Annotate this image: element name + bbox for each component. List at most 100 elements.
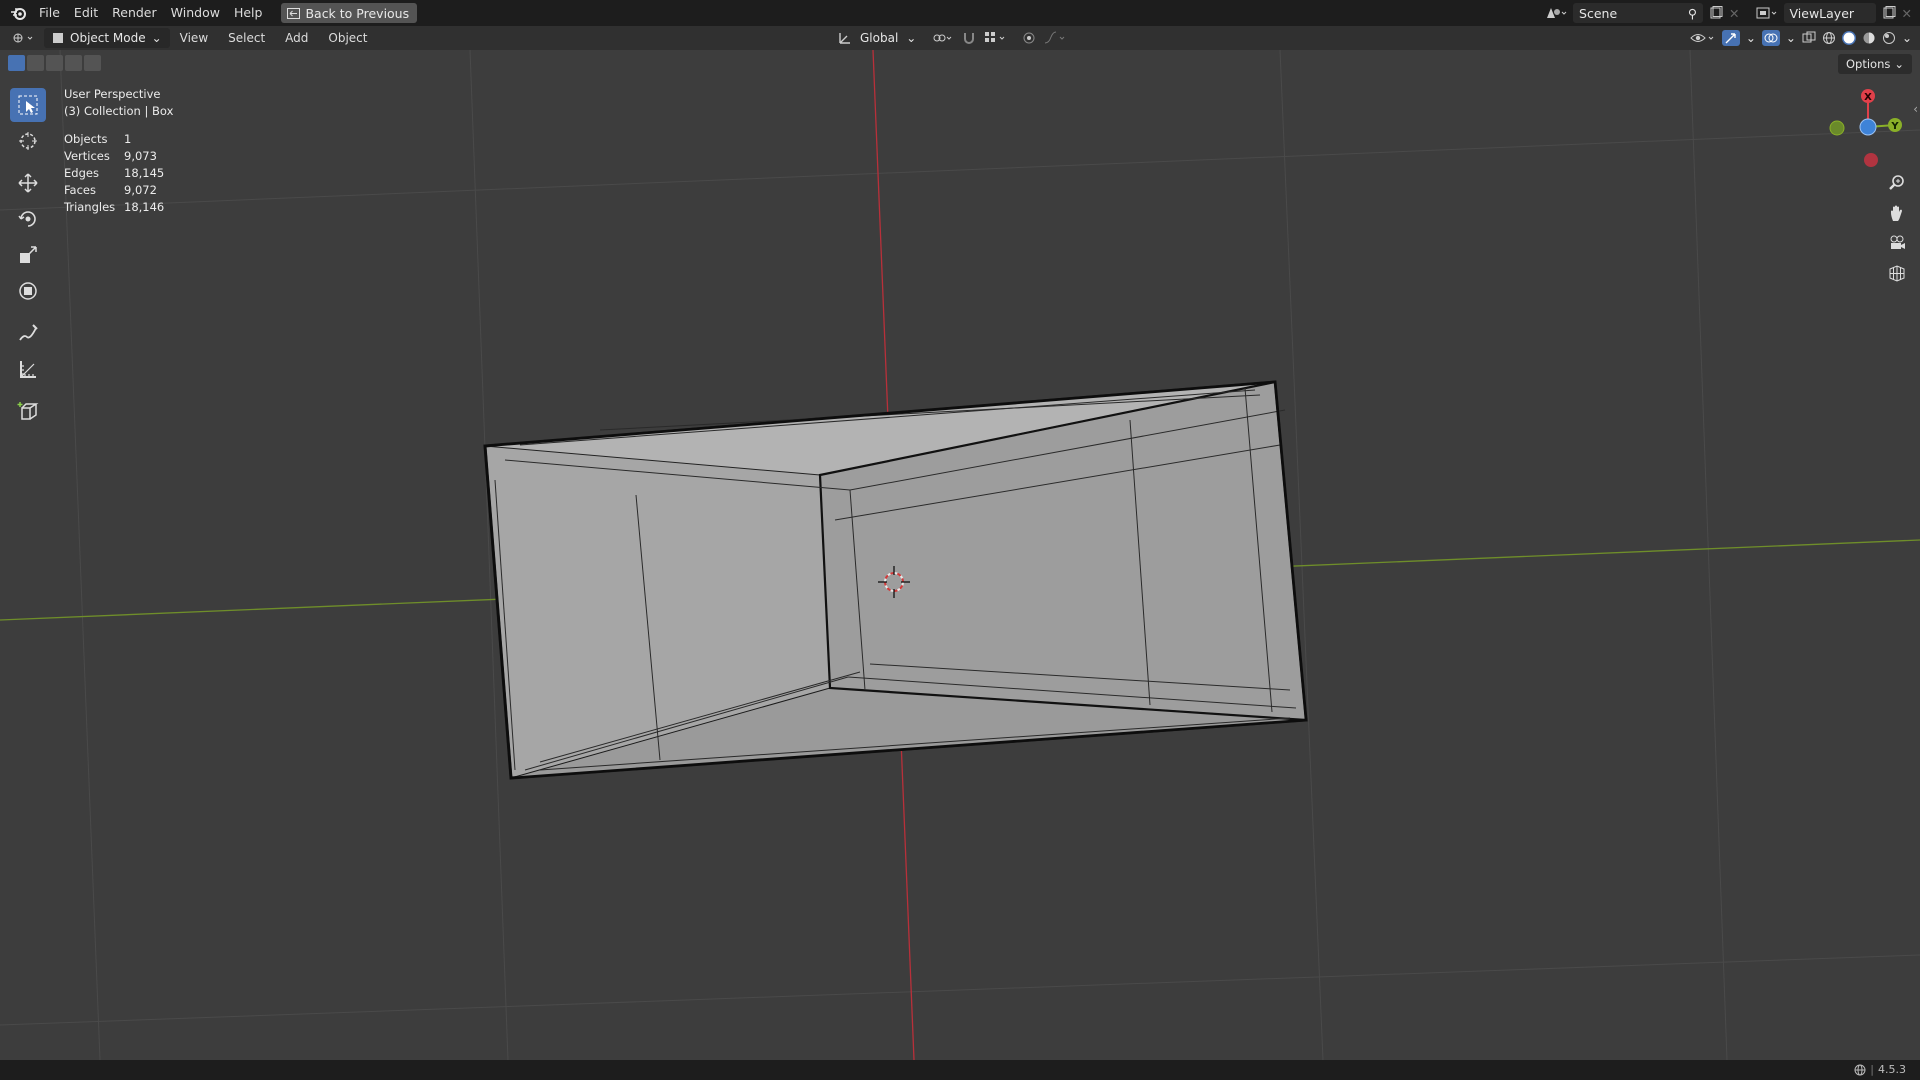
object-mode-icon (52, 32, 64, 44)
stat-row: Edges 18,145 (64, 165, 164, 182)
pencil-icon (17, 322, 39, 344)
stat-row: Triangles 18,146 (64, 199, 164, 216)
select-new-icon[interactable] (8, 55, 25, 71)
select-box-tool[interactable] (10, 88, 46, 122)
select-extend-icon[interactable] (27, 55, 44, 71)
gizmo-neg-x-axis[interactable] (1864, 153, 1878, 167)
menu-window[interactable]: Window (164, 2, 227, 24)
box-mesh[interactable] (483, 380, 1308, 780)
delete-scene-icon[interactable]: ✕ (1729, 6, 1739, 21)
overlays-toggle-icon[interactable] (1761, 30, 1780, 46)
cursor-tool[interactable] (10, 124, 46, 158)
gizmo-z-axis[interactable] (1859, 118, 1877, 136)
chevron-down-icon[interactable]: ⌄ (1786, 31, 1796, 45)
pivot-icon[interactable] (932, 31, 954, 45)
3d-viewport[interactable] (0, 50, 1920, 1060)
mode-dropdown[interactable]: Object Mode ⌄ (44, 28, 170, 48)
version-info: | 4.5.3 (1854, 1063, 1906, 1076)
chevron-down-icon: ⌄ (151, 31, 162, 45)
selection-mode-buttons (8, 55, 101, 71)
wireframe-shading-icon[interactable] (1822, 31, 1836, 45)
stat-value: 18,146 (124, 200, 165, 214)
gizmo-neg-y-axis[interactable] (1829, 120, 1845, 136)
transform-tool[interactable] (10, 274, 46, 308)
ruler-icon (17, 358, 39, 380)
scale-icon (17, 244, 39, 266)
back-to-previous-button[interactable]: Back to Previous (281, 3, 418, 23)
measure-tool[interactable] (10, 352, 46, 386)
chevron-down-icon[interactable]: ⌄ (1746, 31, 1756, 45)
snap-target-icon[interactable] (984, 31, 1008, 45)
chevron-down-icon: ⌄ (1894, 57, 1904, 71)
annotate-tool[interactable] (10, 316, 46, 350)
scene-name: Scene (1579, 5, 1618, 21)
rendered-shading-icon[interactable] (1882, 31, 1896, 45)
add-cube-tool[interactable] (10, 394, 46, 428)
camera-view-icon[interactable] (1884, 230, 1910, 256)
scene-controls: Scene ⚲ ✕ ViewLayer ✕ (1545, 0, 1920, 26)
pan-hand-icon[interactable] (1884, 200, 1910, 226)
options-dropdown[interactable]: Options ⌄ (1837, 54, 1912, 74)
select-subtract-icon[interactable] (46, 55, 63, 71)
orientation-icon (838, 31, 852, 45)
gizmo-toggle-icon[interactable] (1721, 30, 1740, 46)
snap-icon[interactable] (962, 31, 976, 45)
select-intersect-icon[interactable] (84, 55, 101, 71)
scene-icon[interactable] (1545, 6, 1567, 20)
new-view-layer-icon[interactable] (1882, 6, 1896, 20)
chevron-down-icon[interactable]: ⌄ (1902, 31, 1912, 45)
menu-render[interactable]: Render (105, 2, 164, 24)
scene-statistics: Objects 1 Vertices 9,073 Edges 18,145 Faces… (64, 131, 164, 216)
stat-value: 9,073 (124, 149, 157, 163)
menu-view[interactable]: View (170, 31, 218, 45)
stat-key: Vertices (64, 149, 110, 163)
top-bar: File Edit Render Window Help Back to Pre… (0, 0, 1920, 26)
viewport-canvas[interactable] (0, 50, 1920, 1060)
view-name: User Perspective (64, 87, 161, 101)
transform-controls: Global ⌄ (838, 31, 1068, 45)
delete-view-layer-icon[interactable]: ✕ (1902, 6, 1912, 21)
editor-type-icon[interactable] (12, 31, 36, 45)
transform-icon (17, 280, 39, 302)
zoom-icon[interactable] (1884, 170, 1910, 196)
menu-edit[interactable]: Edit (67, 2, 105, 24)
viewport-info: User Perspective (3) Collection | Box (64, 86, 173, 120)
stat-value: 9,072 (124, 183, 157, 197)
stat-row: Faces 9,072 (64, 182, 164, 199)
xray-toggle-icon[interactable] (1802, 31, 1816, 45)
view-layer-name: ViewLayer (1789, 5, 1855, 21)
navigation-tools (1884, 170, 1910, 286)
move-arrows-icon (17, 172, 39, 194)
options-label: Options (1845, 57, 1891, 71)
rotate-tool[interactable] (10, 202, 46, 236)
ortho-grid-icon[interactable] (1884, 260, 1910, 286)
crosshair-icon (17, 130, 39, 152)
proportional-edit-icon[interactable] (1022, 31, 1036, 45)
cursor-select-icon (17, 94, 39, 116)
stat-key: Triangles (64, 200, 116, 214)
navigation-gizmo[interactable]: X Y (1810, 80, 1920, 180)
view-layer-icon[interactable] (1756, 6, 1778, 20)
view-layer-field[interactable]: ViewLayer (1783, 3, 1876, 23)
menu-add[interactable]: Add (275, 31, 318, 45)
select-invert-icon[interactable] (65, 55, 82, 71)
scene-field[interactable]: Scene ⚲ (1573, 3, 1704, 23)
gizmo-x-label: X (1864, 92, 1872, 103)
visibility-icon[interactable] (1690, 31, 1716, 45)
sidebar-toggle-icon[interactable]: ‹ (1913, 102, 1918, 116)
menu-select[interactable]: Select (218, 31, 275, 45)
menu-file[interactable]: File (32, 2, 67, 24)
scale-tool[interactable] (10, 238, 46, 272)
material-shading-icon[interactable] (1862, 31, 1876, 45)
solid-shading-icon[interactable] (1841, 31, 1856, 45)
pin-icon[interactable]: ⚲ (1688, 6, 1697, 21)
move-tool[interactable] (10, 166, 46, 200)
chevron-down-icon: ⌄ (906, 31, 917, 45)
menu-help[interactable]: Help (227, 2, 270, 24)
blender-logo-icon[interactable] (8, 3, 28, 23)
stat-value: 18,145 (124, 166, 165, 180)
menu-object[interactable]: Object (318, 31, 377, 45)
new-scene-icon[interactable] (1709, 6, 1723, 20)
falloff-icon[interactable] (1044, 31, 1068, 45)
transform-orientation-dropdown[interactable]: Global (860, 31, 898, 45)
